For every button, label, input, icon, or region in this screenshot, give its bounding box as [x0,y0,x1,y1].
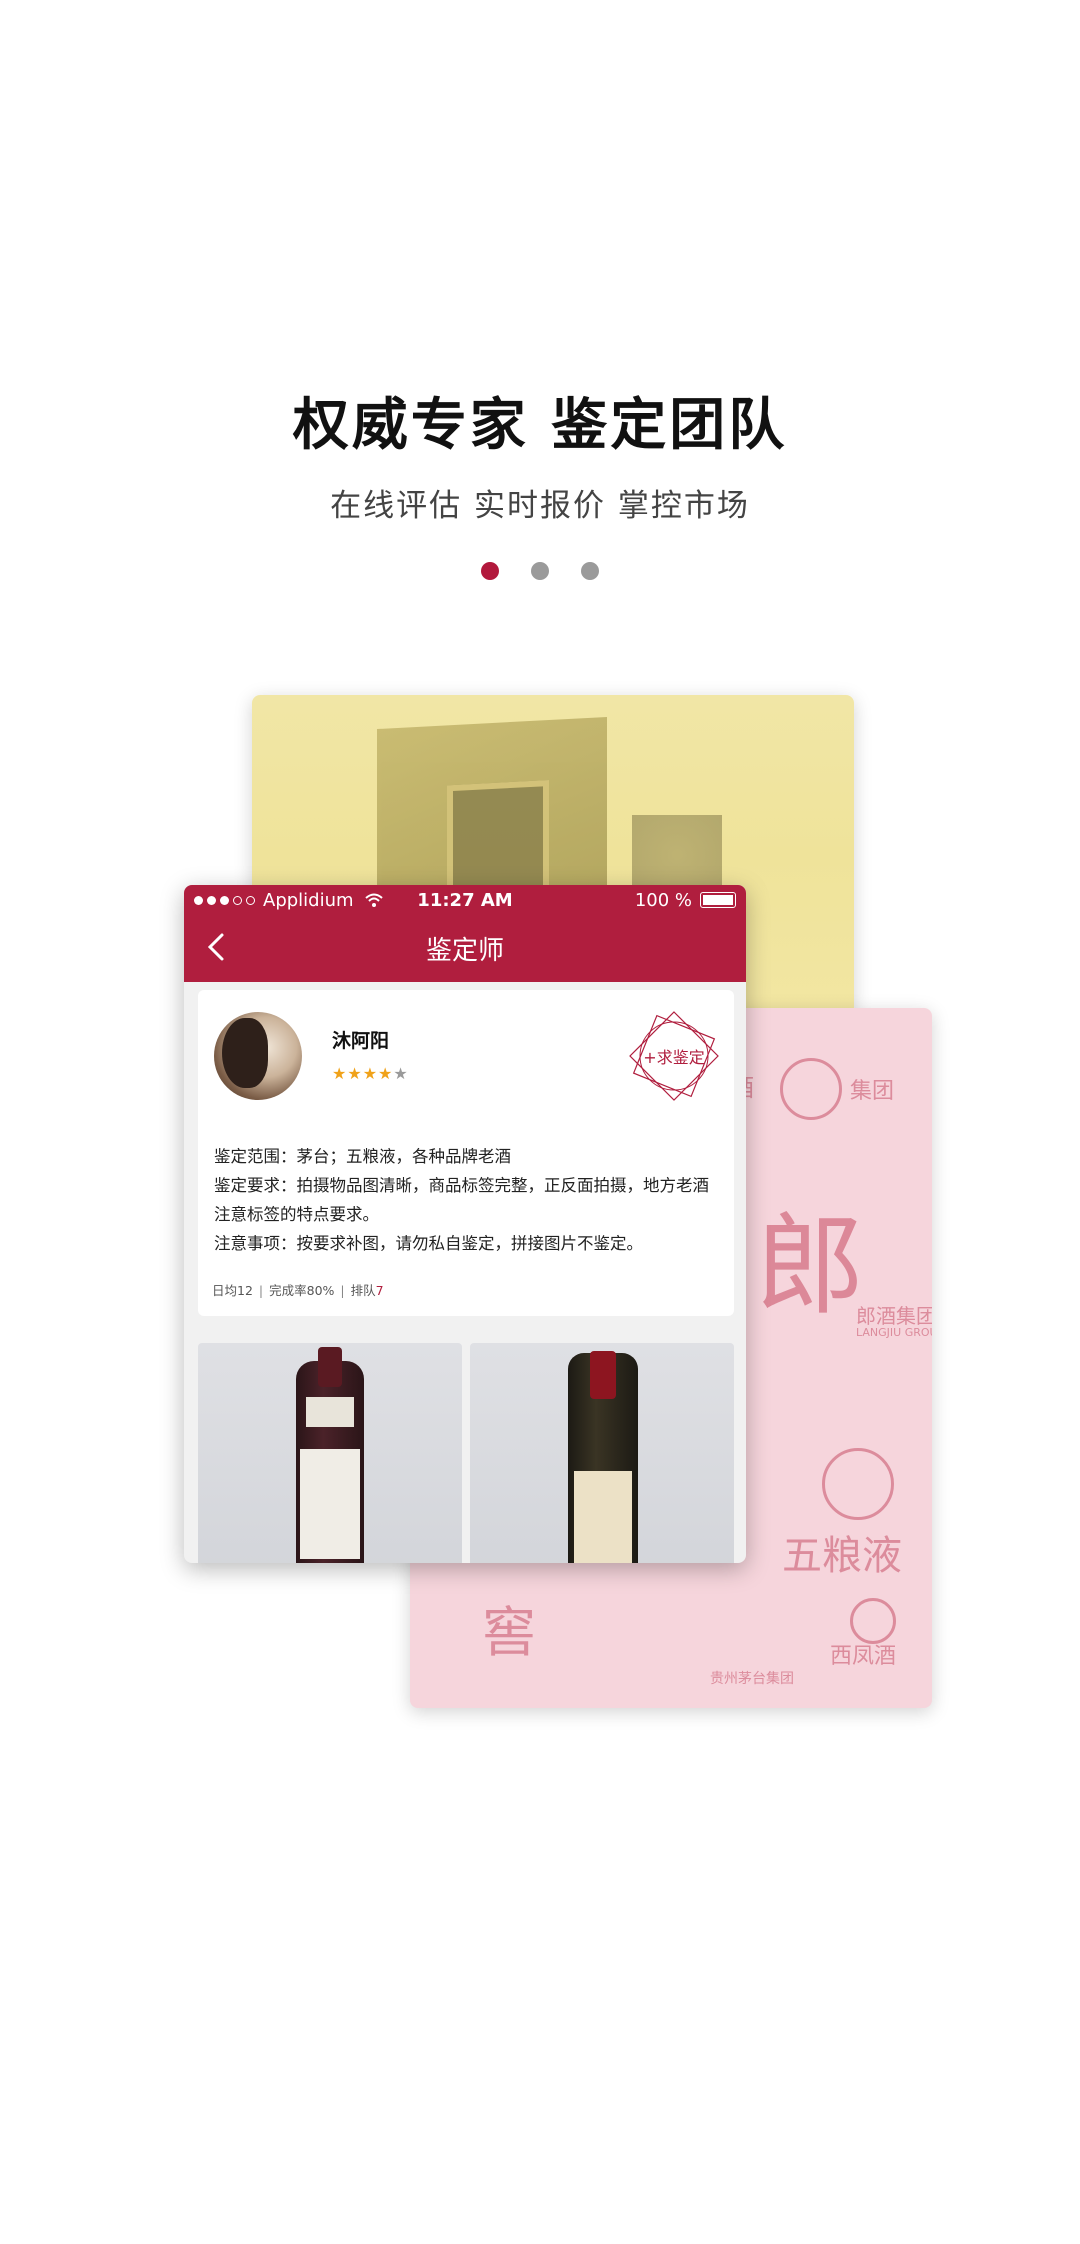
brand-wuliangye: 五粮液 [782,1533,902,1579]
avatar[interactable] [214,1012,302,1100]
nav-title: 鉴定师 [425,936,504,966]
page-subtitle: 在线评估 实时报价 掌控市场 [330,488,750,524]
photo-grid [198,1343,734,1563]
battery-icon [700,892,736,908]
appraiser-name: 沐阿阳 [332,1030,390,1052]
star-icon: ★ [393,1064,409,1083]
status-bar: Applidium 11:27 AM 100 % [184,885,746,915]
brand-xifeng: 西凤酒 [830,1644,897,1669]
appraisal-requirements: 鉴定要求：拍摄物品图清晰，商品标签完整，正反面拍摄，地方老酒注意标签的特点要求。 [214,1176,709,1224]
completion-rate: 完成率80% [269,1283,335,1298]
page-dot-3[interactable] [581,562,599,580]
brand-moutai: 贵州茅台集团 [710,1671,794,1687]
page-title: 权威专家 鉴定团队 [292,393,788,458]
star-icon: ★ [362,1064,379,1083]
page-dot-1[interactable] [481,562,499,580]
star-icon: ★ [378,1064,394,1083]
appraisal-notes: 注意事项：按要求补图，请勿私自鉴定，拼接图片不鉴定。 [214,1234,643,1253]
daily-count: 日均12 [212,1283,253,1298]
queue-count: 7 [375,1283,384,1298]
wine-photo[interactable] [470,1343,734,1563]
battery-percent: 100 % [634,889,692,911]
request-appraisal-label: +求鉴定 [643,1048,705,1067]
wine-bottle-icon [568,1351,638,1563]
request-appraisal-button[interactable]: +求鉴定 [628,1010,720,1102]
appraisal-scope: 鉴定范围：茅台；五粮液，各种品牌老酒 [214,1147,511,1166]
brand-langjiu-en: LANGJIU GROUP [856,1326,932,1339]
phone-screen: Applidium 11:27 AM 100 % 鉴定师 沐阿阳 ★★★★★ +… [184,885,746,1563]
wine-photo[interactable] [198,1343,462,1563]
rating-stars: ★★★★★ [332,1064,409,1083]
carrier-name: Applidium [263,889,354,911]
signal-icon [194,895,203,905]
wifi-icon [364,893,383,907]
star-icon: ★ [332,1064,348,1083]
appraiser-stats: 日均12 | 完成率80% | 排队7 [212,1283,384,1298]
brand-jiao: 窖 [482,1601,536,1664]
brand-big-char: 郎 [755,1202,865,1330]
appraiser-description: 鉴定范围：茅台；五粮液，各种品牌老酒 鉴定要求：拍摄物品图清晰，商品标签完整，正… [214,1142,720,1258]
brand-logo-group: 集团 [850,1079,895,1104]
queue-label: 排队 [350,1283,376,1298]
page-dot-2[interactable] [531,562,549,580]
page-indicator [0,562,1080,580]
wine-bottle-icon [296,1347,364,1563]
star-icon: ★ [347,1064,363,1083]
wuliangye-logo-icon [822,1448,894,1520]
brand-seal-icon [780,1058,842,1120]
appraiser-card: 沐阿阳 ★★★★★ +求鉴定 鉴定范围：茅台；五粮液，各种品牌老酒 鉴定要求：拍… [198,990,734,1316]
back-chevron-icon[interactable] [198,927,238,967]
nav-bar: 鉴定师 [184,915,746,982]
brand-langjiu: 郎酒集团 [856,1304,932,1328]
